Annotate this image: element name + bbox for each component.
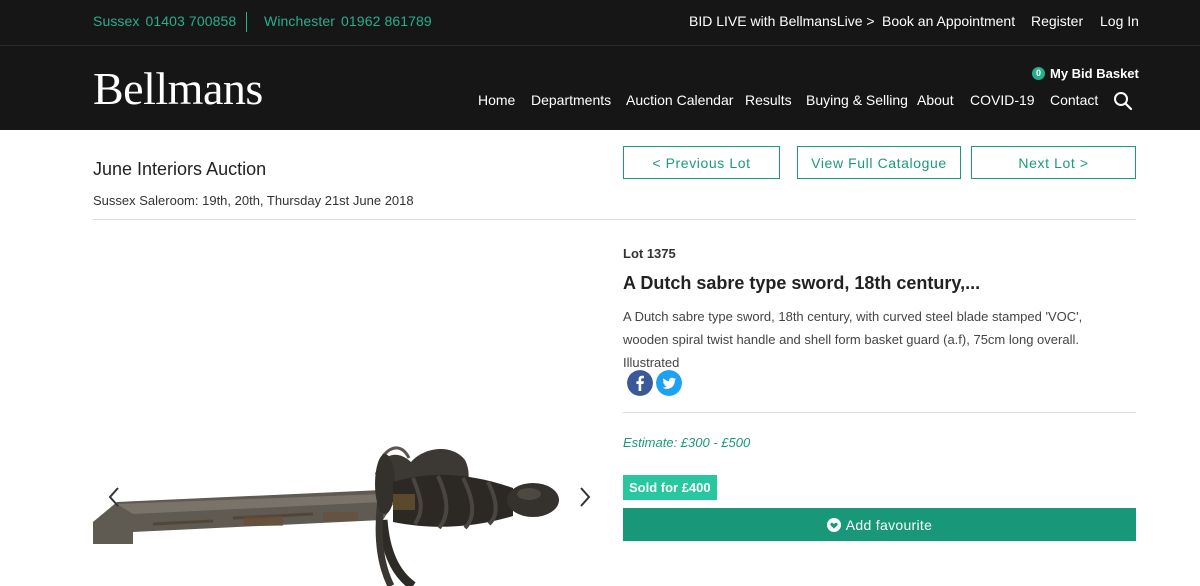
- top-contact-bar: Sussex 01403 700858 Winchester 01962 86178…: [0, 0, 1200, 46]
- add-favourite-label: Add favourite: [845, 516, 933, 533]
- add-favourite-button[interactable]: Add favourite: [623, 508, 1136, 541]
- chevron-right-icon[interactable]: [577, 485, 593, 509]
- sword-image: [93, 446, 559, 586]
- bid-basket[interactable]: 0 My Bid Basket: [1032, 66, 1139, 81]
- book-appointment-link[interactable]: Book an Appointment: [882, 13, 1015, 29]
- register-link[interactable]: Register: [1031, 13, 1083, 29]
- nav-home[interactable]: Home: [478, 92, 515, 108]
- heart-icon: [826, 517, 841, 532]
- lot-title: A Dutch sabre type sword, 18th century,.…: [623, 273, 981, 293]
- details-divider: [623, 412, 1136, 413]
- lot-illustrated: Illustrated: [623, 355, 680, 370]
- lot-estimate: Estimate: £300 - £500: [623, 435, 751, 450]
- next-lot-button[interactable]: Next Lot >: [971, 146, 1136, 179]
- nav-results[interactable]: Results: [745, 92, 792, 108]
- lot-image[interactable]: [93, 232, 564, 586]
- basket-count: 0: [1032, 67, 1045, 80]
- chevron-left-icon[interactable]: [106, 485, 122, 509]
- nav-auction-calendar[interactable]: Auction Calendar: [626, 92, 733, 108]
- winchester-contact[interactable]: Winchester 01962 861789: [264, 13, 432, 29]
- previous-lot-button[interactable]: < Previous Lot: [623, 146, 780, 179]
- auction-title: June Interiors Auction: [93, 159, 267, 179]
- bid-live-link[interactable]: BID LIVE with BellmansLive >: [689, 13, 875, 29]
- nav-covid[interactable]: COVID-19: [970, 92, 1035, 108]
- search-icon[interactable]: [1113, 91, 1133, 111]
- lot-description: A Dutch sabre type sword, 18th century, …: [623, 305, 1128, 374]
- nav-buying-selling[interactable]: Buying & Selling: [806, 92, 908, 108]
- winchester-label: Winchester: [264, 13, 336, 29]
- main-header: Bellmans 0 My Bid Basket Home Department…: [0, 46, 1200, 130]
- basket-label: My Bid Basket: [1050, 66, 1139, 81]
- facebook-icon[interactable]: [627, 370, 653, 396]
- sussex-label: Sussex: [93, 13, 140, 29]
- nav-contact[interactable]: Contact: [1050, 92, 1098, 108]
- sussex-contact[interactable]: Sussex 01403 700858: [93, 13, 236, 29]
- saleroom-dates: Sussex Saleroom: 19th, 20th, Thursday 21…: [93, 193, 414, 208]
- lot-number: Lot 1375: [623, 246, 676, 261]
- contact-separator: [246, 12, 247, 32]
- lot-description-text: A Dutch sabre type sword, 18th century, …: [623, 309, 1083, 347]
- nav-about[interactable]: About: [917, 92, 954, 108]
- nav-departments[interactable]: Departments: [531, 92, 611, 108]
- sold-badge: Sold for £400: [623, 475, 717, 500]
- twitter-icon[interactable]: [656, 370, 682, 396]
- heading-divider: [93, 219, 1136, 220]
- winchester-phone[interactable]: 01962 861789: [341, 13, 432, 29]
- site-logo[interactable]: Bellmans: [93, 62, 263, 115]
- sussex-phone[interactable]: 01403 700858: [146, 13, 237, 29]
- view-catalogue-button[interactable]: View Full Catalogue: [797, 146, 961, 179]
- login-link[interactable]: Log In: [1100, 13, 1139, 29]
